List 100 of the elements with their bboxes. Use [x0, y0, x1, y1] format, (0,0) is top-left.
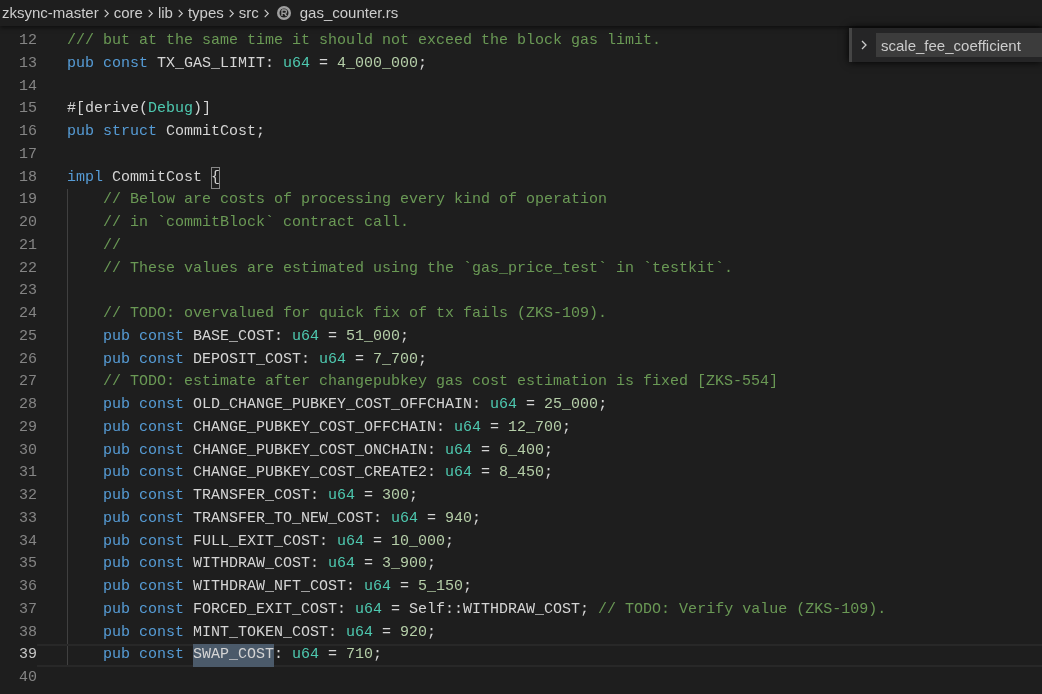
code-comment: //	[103, 235, 121, 256]
line-number: 35	[18, 554, 37, 575]
code-text: ;	[544, 463, 554, 484]
code-type: u64	[346, 622, 374, 643]
breadcrumb-folder[interactable]: zksync-master	[2, 1, 99, 25]
breadcrumb-folder[interactable]: src	[238, 1, 259, 25]
code-number: 12_700	[508, 417, 563, 438]
code-text: ;	[544, 440, 554, 461]
line-number: 27	[18, 372, 37, 393]
code-text: ;	[598, 395, 608, 416]
code-number: 3_900	[382, 554, 428, 575]
code-text: ;	[418, 349, 428, 370]
code-keyword: pub const	[103, 531, 184, 552]
code-text: =	[381, 622, 393, 643]
code-text: =	[480, 463, 492, 484]
code-keyword: pub const	[103, 440, 184, 461]
matching-bracket: {	[211, 166, 221, 190]
code-type: u64	[445, 440, 473, 461]
code-comment: // TODO: estimate after changepubkey gas cost estimation is fixed [ZKS-554]	[103, 372, 779, 393]
code-comment: // Below are costs of processing every kind of operation	[103, 190, 608, 211]
breadcrumb-file[interactable]: gas_counter.rs	[299, 1, 399, 25]
code-text: =	[480, 440, 492, 461]
code-type: u64	[391, 508, 419, 529]
code-text: ;	[373, 645, 383, 666]
code-text: CHANGE_PUBKEY_COST_ONCHAIN:	[192, 440, 438, 461]
line-number: 24	[18, 304, 37, 325]
line-number: 28	[18, 395, 37, 416]
code-type: u64	[364, 577, 392, 598]
code-number: 6_400	[499, 440, 545, 461]
code-text: WITHDRAW_COST:	[192, 554, 321, 575]
code-text: =	[354, 349, 366, 370]
code-text: )]	[193, 99, 212, 120]
code-keyword: pub const	[103, 645, 185, 666]
code-text: =	[426, 508, 438, 529]
line-number: 20	[18, 213, 37, 234]
line-number: 14	[18, 76, 37, 97]
code-keyword: impl	[67, 167, 103, 188]
breadcrumb-folder[interactable]: lib	[157, 1, 173, 25]
code-keyword: pub const	[103, 395, 184, 416]
code-keyword: pub const	[103, 463, 184, 484]
line-number: 25	[18, 326, 37, 347]
code-comment: // TODO: overvalued for quick fix of tx fails (ZKS-109).	[103, 304, 608, 325]
code-text: ;	[427, 554, 437, 575]
code-text: OLD_CHANGE_PUBKEY_COST_OFFCHAIN:	[192, 395, 483, 416]
code-text: =	[363, 486, 375, 507]
code-number: 300	[382, 486, 410, 507]
code-text: ;	[400, 326, 410, 347]
code-number: 10_000	[391, 531, 446, 552]
code-type: u64	[328, 554, 356, 575]
breadcrumb-folder[interactable]: types	[187, 1, 224, 25]
code-number: 940	[445, 508, 473, 529]
code-text: = Self::WITHDRAW_COST;	[390, 599, 591, 620]
chevron-right-icon	[101, 7, 111, 19]
code-text: WITHDRAW_NFT_COST:	[192, 577, 357, 598]
code-number: 7_700	[373, 349, 419, 370]
line-number: 22	[18, 258, 37, 279]
code-comment: // These values are estimated using the `gas_price_test` in `testkit`.	[103, 258, 734, 279]
code-text: CHANGE_PUBKEY_COST_CREATE2:	[192, 463, 438, 484]
code-keyword: pub const	[67, 53, 148, 74]
code-text: CommitCost	[111, 167, 204, 188]
code-text: FORCED_EXIT_COST:	[192, 599, 348, 620]
chevron-right-icon[interactable]	[859, 39, 869, 51]
code-number: 51_000	[346, 326, 401, 347]
code-type: Debug	[148, 99, 194, 120]
chevron-right-icon	[175, 7, 185, 19]
code-text: MINT_TOKEN_COST:	[192, 622, 339, 643]
code-comment: // TODO: Verify value (ZKS-109).	[598, 599, 887, 620]
line-number: 12	[18, 31, 37, 52]
code-text: =	[327, 645, 339, 666]
line-number: 18	[18, 167, 37, 188]
code-text: TRANSFER_TO_NEW_COST:	[192, 508, 384, 529]
code-type: u64	[328, 486, 356, 507]
code-text: =	[327, 326, 339, 347]
chevron-right-icon	[261, 7, 271, 19]
selected-text: SWAP_COST	[193, 644, 275, 667]
code-text: FULL_EXIT_COST:	[192, 531, 330, 552]
code-keyword: pub const	[103, 622, 184, 643]
code-number: 920	[400, 622, 428, 643]
code-text: =	[489, 417, 501, 438]
line-number: 32	[18, 486, 37, 507]
line-number: 33	[18, 508, 37, 529]
chevron-right-icon	[226, 7, 236, 19]
line-number: 21	[18, 235, 37, 256]
line-number: 29	[18, 417, 37, 438]
code-text: ;	[562, 417, 572, 438]
code-text: ;	[409, 486, 419, 507]
line-number: 30	[18, 440, 37, 461]
code-type: u64	[319, 349, 347, 370]
code-number: 710	[346, 645, 374, 666]
line-number: 17	[18, 144, 37, 165]
code-text: DEPOSIT_COST:	[192, 349, 312, 370]
code-text: =	[399, 577, 411, 598]
code-keyword: pub const	[103, 326, 184, 347]
code-number: 8_450	[499, 463, 545, 484]
code-text: ;	[427, 622, 437, 643]
code-keyword: pub const	[103, 577, 184, 598]
code-text: BASE_COST:	[192, 326, 285, 347]
breadcrumb-folder[interactable]: core	[113, 1, 143, 25]
code-text: #[derive(	[67, 99, 148, 120]
find-input-field[interactable]: scale_fee_coefficient	[876, 33, 1042, 57]
